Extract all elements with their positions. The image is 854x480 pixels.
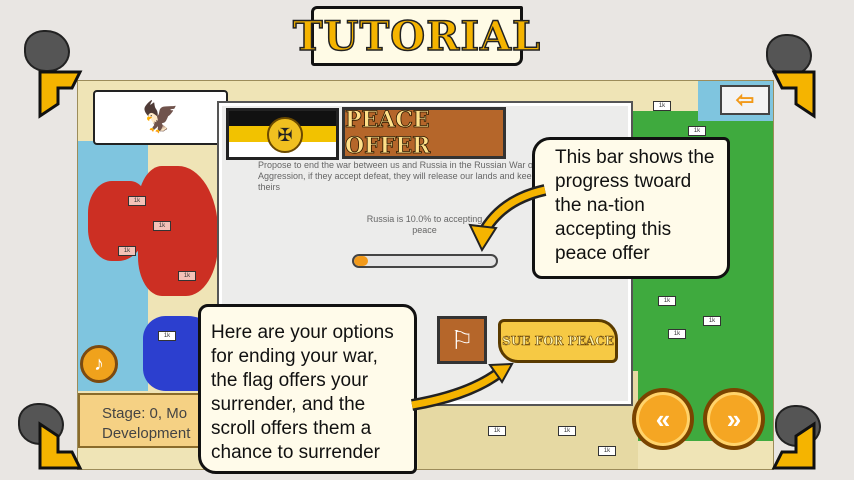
corner-brackets bbox=[38, 70, 816, 470]
